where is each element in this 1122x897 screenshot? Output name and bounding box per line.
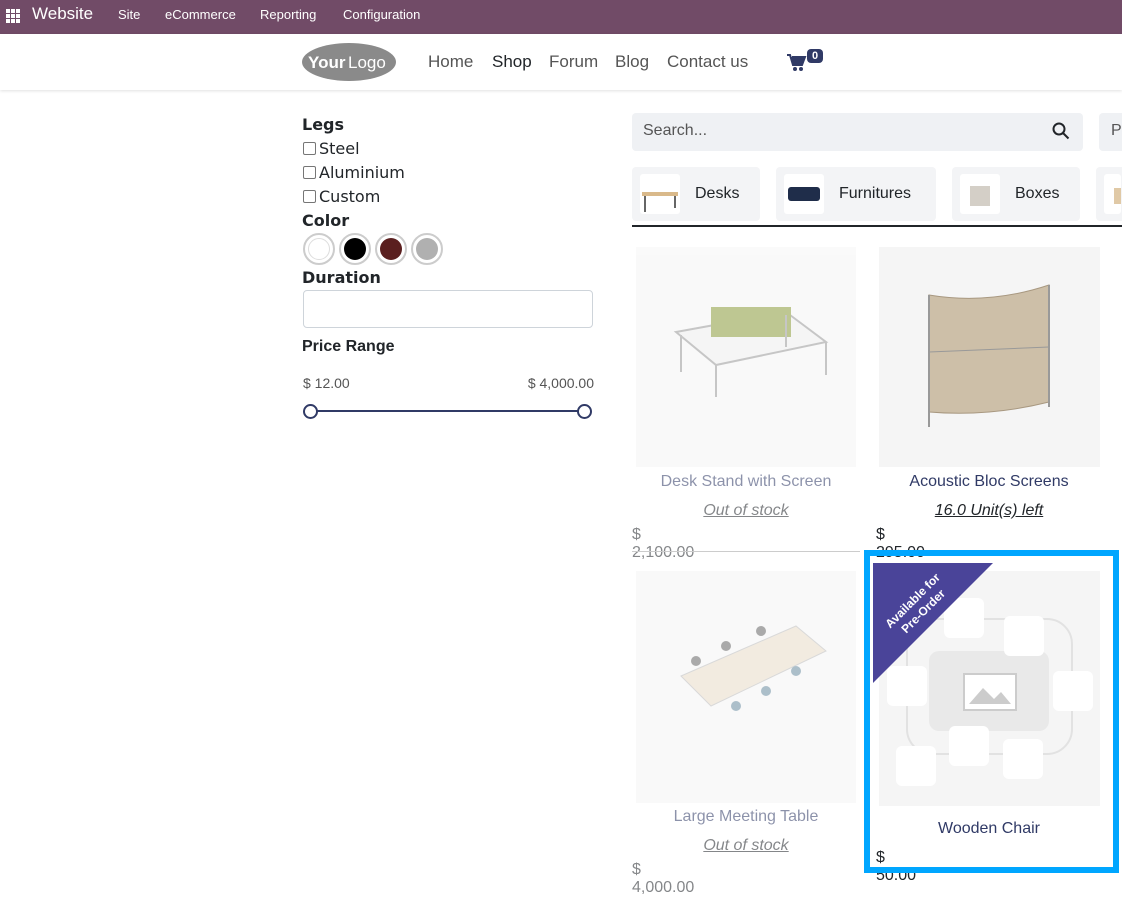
filter-title-duration: Duration: [302, 268, 381, 287]
category-furnitures-image: [784, 174, 824, 214]
category-label: Boxes: [1015, 185, 1060, 202]
stock-status: Out of stock: [703, 502, 789, 519]
category-desks[interactable]: Desks: [632, 167, 760, 221]
checkbox[interactable]: [303, 190, 316, 203]
checkbox[interactable]: [303, 142, 316, 155]
filter-title-color: Color: [302, 211, 350, 230]
nav-contact-us[interactable]: Contact us: [667, 52, 748, 72]
category-underline: [632, 225, 1122, 227]
product-price: $ 2,100.00: [632, 526, 695, 561]
price-min-label: $ 12.00: [303, 375, 350, 391]
apps-grid-icon[interactable]: [6, 9, 20, 23]
price-max-label: $ 4,000.00: [527, 375, 594, 391]
admin-menu-reporting[interactable]: Reporting: [260, 7, 316, 22]
nav-blog[interactable]: Blog: [615, 52, 649, 72]
svg-text:Your: Your: [308, 53, 346, 72]
sort-label: P: [1111, 122, 1122, 139]
category-furnitures[interactable]: Furnitures: [776, 167, 936, 221]
color-swatch-burgundy[interactable]: [375, 233, 407, 265]
color-swatch-black[interactable]: [339, 233, 371, 265]
category-label: Furnitures: [839, 185, 912, 202]
logo[interactable]: Your Logo: [302, 41, 397, 83]
filter-legs-custom[interactable]: Custom: [303, 187, 380, 206]
category-label: Desks: [695, 185, 740, 202]
color-swatch-white[interactable]: [303, 233, 335, 265]
admin-menu-ecommerce[interactable]: eCommerce: [165, 7, 236, 22]
search-icon[interactable]: [1052, 122, 1070, 140]
category-boxes[interactable]: Boxes: [952, 167, 1080, 221]
price-slider-track[interactable]: [310, 410, 584, 412]
filter-option-label: Steel: [319, 139, 360, 158]
stock-status: 16.0 Unit(s) left: [934, 502, 1044, 519]
admin-bar: Website Site eCommerce Reporting Configu…: [0, 0, 1122, 34]
filter-option-label: Aluminium: [319, 163, 405, 182]
filter-title-legs: Legs: [302, 115, 345, 134]
color-swatch-grey[interactable]: [411, 233, 443, 265]
category-desks-image: [640, 174, 680, 214]
admin-brand[interactable]: Website: [32, 4, 93, 24]
product-image[interactable]: [636, 247, 856, 467]
svg-text:Logo: Logo: [348, 53, 386, 72]
checkbox[interactable]: [303, 166, 316, 179]
selection-highlight: [864, 550, 1119, 873]
duration-input[interactable]: [303, 290, 593, 328]
product-image[interactable]: [879, 247, 1100, 467]
price-slider-max-handle[interactable]: [577, 404, 592, 419]
nav-forum[interactable]: Forum: [549, 52, 598, 72]
search-input[interactable]: Search...: [632, 113, 1083, 151]
product-image[interactable]: [636, 571, 856, 803]
product-name[interactable]: Desk Stand with Screen: [626, 473, 866, 491]
cart-count-badge: 0: [807, 49, 824, 63]
filter-title-price-range: Price Range: [302, 338, 395, 355]
sort-dropdown[interactable]: P: [1099, 113, 1122, 151]
admin-menu-site[interactable]: Site: [118, 7, 140, 22]
filter-legs-aluminium[interactable]: Aluminium: [303, 163, 405, 182]
admin-menu-configuration[interactable]: Configuration: [343, 7, 420, 22]
site-navbar: Your Logo Home Shop Forum Blog Contact u…: [0, 34, 1122, 90]
nav-home[interactable]: Home: [428, 52, 473, 72]
product-name[interactable]: Acoustic Bloc Screens: [869, 473, 1109, 491]
product-name[interactable]: Large Meeting Table: [626, 808, 866, 826]
search-placeholder: Search...: [643, 122, 708, 139]
filter-legs-steel[interactable]: Steel: [303, 139, 360, 158]
price-slider-min-handle[interactable]: [303, 404, 318, 419]
filter-option-label: Custom: [319, 187, 381, 206]
nav-shop[interactable]: Shop: [492, 52, 532, 72]
category-more-image: [1104, 174, 1121, 214]
card-divider: [632, 551, 860, 552]
category-more[interactable]: [1096, 167, 1122, 221]
stock-status: Out of stock: [703, 837, 789, 854]
category-boxes-image: [960, 174, 1000, 214]
